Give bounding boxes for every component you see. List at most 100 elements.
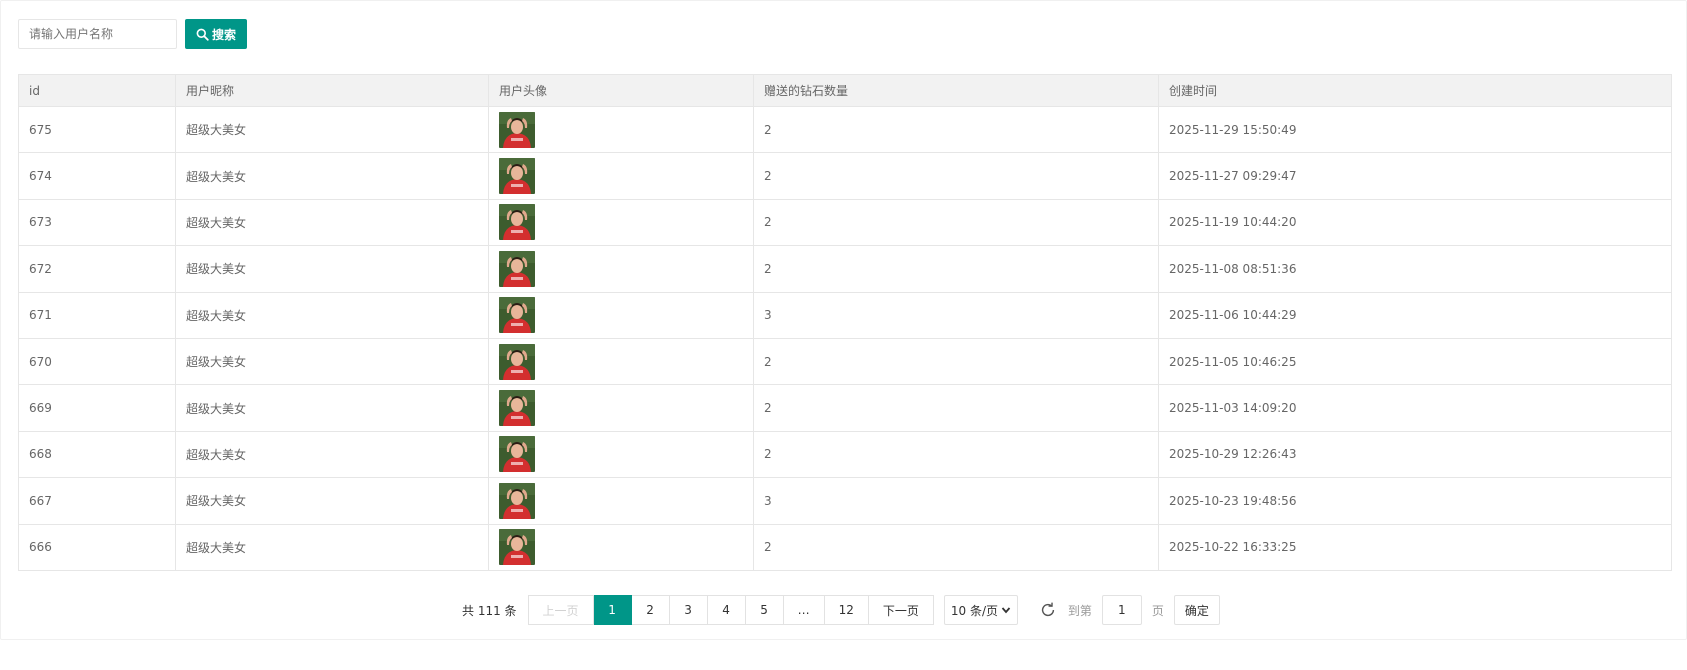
- user-avatar-image: [499, 111, 535, 148]
- table-row: 675 超级大美女 2 2025-11-29 15:50:49: [18, 105, 1672, 154]
- search-input[interactable]: [18, 19, 177, 49]
- cell-avatar: [488, 477, 754, 525]
- cell-diamonds: 3: [753, 477, 1159, 525]
- goto-label: 到第: [1067, 603, 1092, 618]
- page-button-3[interactable]: 3: [669, 595, 708, 625]
- cell-created: 2025-11-05 10:46:25: [1158, 337, 1672, 386]
- search-button[interactable]: 搜索: [185, 19, 247, 49]
- table-row: 668 超级大美女 2 2025-10-29 12:26:43: [18, 430, 1672, 479]
- cell-nickname: 超级大美女: [175, 105, 489, 154]
- table-row: 670 超级大美女 2 2025-11-05 10:46:25: [18, 337, 1672, 386]
- pagination: 共 111 条 上一页 1 2 3 4 5 … 12 下一页 10 条/页 到第…: [462, 595, 1220, 625]
- page-suffix-label: 页: [1151, 603, 1164, 618]
- cell-id: 669: [18, 384, 176, 432]
- table-row: 674 超级大美女 2 2025-11-27 09:29:47: [18, 152, 1672, 200]
- cell-created: 2025-10-22 16:33:25: [1158, 523, 1672, 571]
- cell-diamonds: 2: [753, 105, 1159, 154]
- table-header-row: id 用户昵称 用户头像 赠送的钻石数量 创建时间: [18, 74, 1672, 107]
- cell-created: 2025-11-27 09:29:47: [1158, 152, 1672, 200]
- cell-nickname: 超级大美女: [175, 430, 489, 479]
- data-table: id 用户昵称 用户头像 赠送的钻石数量 创建时间 675 超级大美女 2 20…: [18, 74, 1672, 571]
- cell-avatar: [488, 384, 754, 432]
- cell-avatar: [488, 105, 754, 154]
- user-avatar-image: [499, 390, 535, 427]
- table-row: 673 超级大美女 2 2025-11-19 10:44:20: [18, 198, 1672, 247]
- cell-diamonds: 2: [753, 384, 1159, 432]
- page-button-1[interactable]: 1: [593, 595, 632, 625]
- cell-created: 2025-11-08 08:51:36: [1158, 245, 1672, 293]
- cell-avatar: [488, 198, 754, 247]
- cell-nickname: 超级大美女: [175, 384, 489, 432]
- cell-nickname: 超级大美女: [175, 245, 489, 293]
- user-avatar-image: [499, 482, 535, 519]
- cell-avatar: [488, 337, 754, 386]
- column-header-avatar: 用户头像: [488, 74, 754, 107]
- cell-diamonds: 2: [753, 152, 1159, 200]
- user-avatar-image: [499, 436, 535, 473]
- cell-created: 2025-11-06 10:44:29: [1158, 291, 1672, 339]
- search-button-label: 搜索: [211, 27, 236, 42]
- search-bar: 搜索: [18, 19, 247, 49]
- cell-diamonds: 3: [753, 291, 1159, 339]
- goto-confirm-button[interactable]: 确定: [1173, 595, 1220, 625]
- cell-diamonds: 2: [753, 523, 1159, 571]
- table-row: 672 超级大美女 2 2025-11-08 08:51:36: [18, 245, 1672, 293]
- cell-avatar: [488, 152, 754, 200]
- refresh-button[interactable]: [1038, 600, 1058, 620]
- cell-created: 2025-11-03 14:09:20: [1158, 384, 1672, 432]
- cell-id: 668: [18, 430, 176, 479]
- cell-avatar: [488, 523, 754, 571]
- cell-id: 671: [18, 291, 176, 339]
- cell-created: 2025-10-29 12:26:43: [1158, 430, 1672, 479]
- cell-nickname: 超级大美女: [175, 291, 489, 339]
- total-count: 共 111 条: [462, 603, 517, 618]
- cell-avatar: [488, 245, 754, 293]
- column-header-id: id: [18, 74, 176, 107]
- cell-nickname: 超级大美女: [175, 198, 489, 247]
- page-size-select[interactable]: 10 条/页: [943, 595, 1018, 625]
- user-avatar-image: [499, 158, 535, 195]
- cell-nickname: 超级大美女: [175, 523, 489, 571]
- cell-id: 674: [18, 152, 176, 200]
- user-avatar-image: [499, 250, 535, 287]
- chevron-down-icon: [1001, 607, 1011, 614]
- user-avatar-image: [499, 204, 535, 241]
- page-button-2[interactable]: 2: [631, 595, 670, 625]
- cell-id: 673: [18, 198, 176, 247]
- table-row: 671 超级大美女 3 2025-11-06 10:44:29: [18, 291, 1672, 339]
- table-row: 669 超级大美女 2 2025-11-03 14:09:20: [18, 384, 1672, 432]
- cell-nickname: 超级大美女: [175, 152, 489, 200]
- user-avatar-image: [499, 297, 535, 334]
- table-row: 666 超级大美女 2 2025-10-22 16:33:25: [18, 523, 1672, 571]
- cell-created: 2025-11-29 15:50:49: [1158, 105, 1672, 154]
- refresh-icon: [1041, 602, 1054, 617]
- cell-avatar: [488, 291, 754, 339]
- page-button-5[interactable]: 5: [745, 595, 784, 625]
- page-ellipsis: …: [783, 595, 825, 625]
- content-card: 搜索 id 用户昵称 用户头像 赠送的钻石数量 创建时间 67: [0, 0, 1687, 640]
- user-avatar-image: [499, 343, 535, 380]
- cell-diamonds: 2: [753, 337, 1159, 386]
- cell-id: 670: [18, 337, 176, 386]
- cell-nickname: 超级大美女: [175, 337, 489, 386]
- search-icon: [196, 28, 209, 41]
- prev-page-button[interactable]: 上一页: [527, 595, 594, 625]
- cell-created: 2025-11-19 10:44:20: [1158, 198, 1672, 247]
- cell-id: 667: [18, 477, 176, 525]
- goto-page-input[interactable]: 1: [1101, 595, 1142, 625]
- table-row: 667 超级大美女 3 2025-10-23 19:48:56: [18, 477, 1672, 525]
- cell-id: 675: [18, 105, 176, 154]
- cell-nickname: 超级大美女: [175, 477, 489, 525]
- cell-avatar: [488, 430, 754, 479]
- column-header-diamonds: 赠送的钻石数量: [753, 74, 1159, 107]
- page-button-4[interactable]: 4: [707, 595, 746, 625]
- cell-id: 672: [18, 245, 176, 293]
- page-size-value: 10 条/页: [950, 603, 998, 618]
- column-header-nickname: 用户昵称: [175, 74, 489, 107]
- column-header-created: 创建时间: [1158, 74, 1672, 107]
- cell-id: 666: [18, 523, 176, 571]
- cell-created: 2025-10-23 19:48:56: [1158, 477, 1672, 525]
- next-page-button[interactable]: 下一页: [868, 595, 934, 625]
- cell-diamonds: 2: [753, 430, 1159, 479]
- page-button-12[interactable]: 12: [824, 595, 869, 625]
